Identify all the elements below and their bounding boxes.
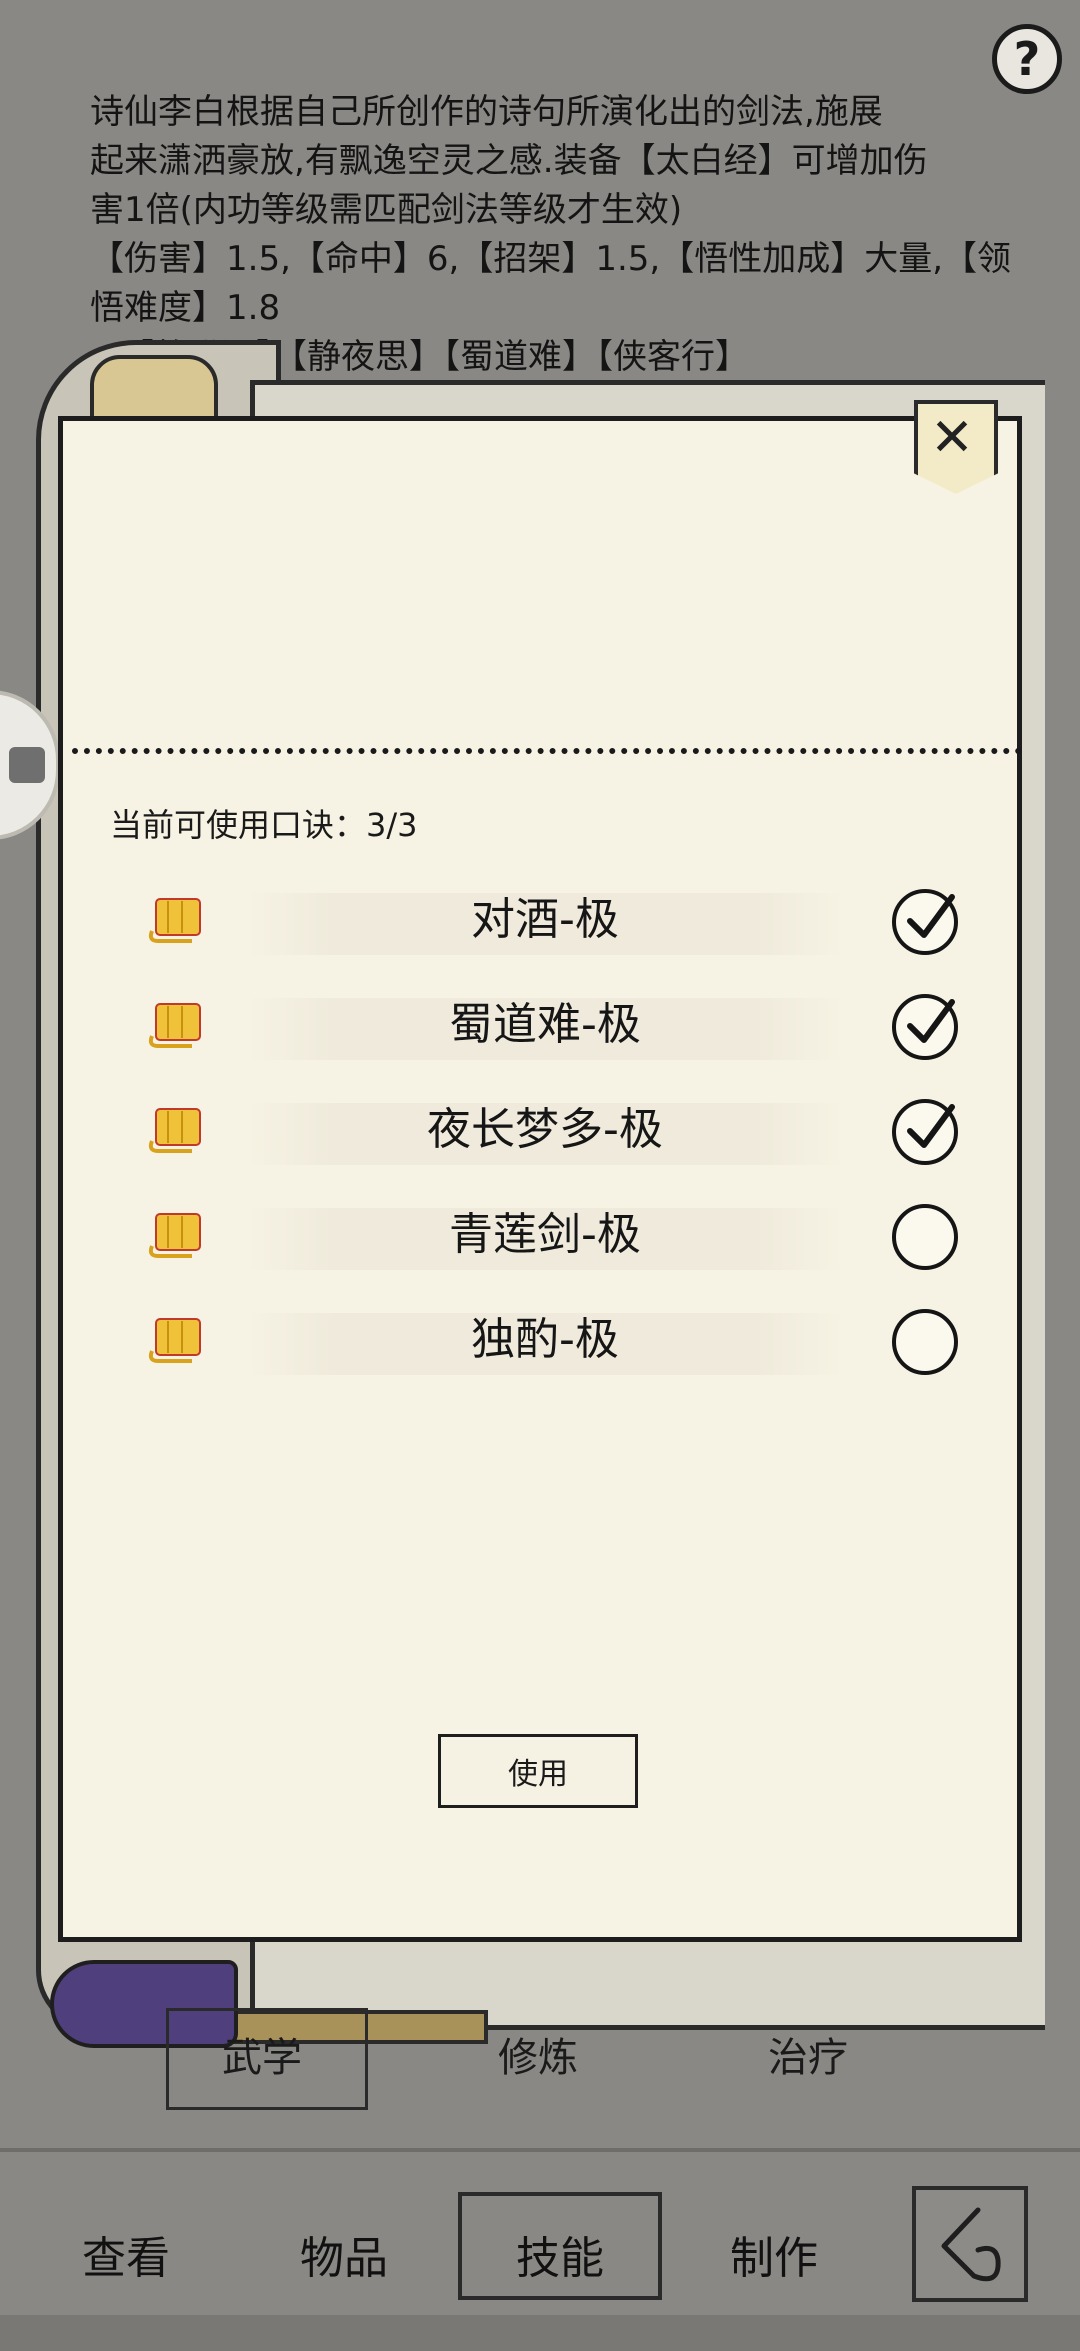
scroll-icon <box>148 1003 201 1048</box>
subtab-martial[interactable]: 武学 <box>222 2025 302 2083</box>
recipe-label: 青莲剑-极 <box>449 1209 641 1260</box>
nav-view[interactable]: 查看 <box>82 2222 170 2286</box>
recipe-row[interactable]: 独酌-极 <box>130 1305 980 1383</box>
description-line: 害1倍(内功等级需匹配剑法等级才生效) <box>90 190 683 230</box>
back-arrow-icon <box>941 2207 1001 2282</box>
close-button[interactable]: ✕ <box>914 405 990 471</box>
recipe-checkbox[interactable] <box>892 1204 958 1270</box>
recipe-checkbox[interactable] <box>892 1309 958 1375</box>
scroll-icon <box>148 1318 201 1363</box>
description-line: 悟难度】1.8 <box>90 288 281 328</box>
help-button[interactable]: ? <box>992 24 1062 94</box>
skill-description: 诗仙李白根据自己所创作的诗句所演化出的剑法,施展 起来潇洒豪放,有飘逸空灵之感.… <box>90 88 1020 382</box>
recipe-checkbox[interactable] <box>892 1099 958 1165</box>
recipe-row[interactable]: 对酒-极 <box>130 885 980 963</box>
use-button[interactable]: 使用 <box>438 1734 638 1808</box>
subtab-heal[interactable]: 治疗 <box>768 2025 848 2083</box>
question-icon: ? <box>1013 32 1041 86</box>
checkmark-icon <box>907 999 955 1043</box>
dotted-divider <box>72 748 1022 754</box>
nav-skills[interactable]: 技能 <box>516 2222 604 2286</box>
scroll-icon <box>148 1213 201 1258</box>
close-icon: ✕ <box>930 408 974 468</box>
recipe-row[interactable]: 夜长梦多-极 <box>130 1095 980 1173</box>
recipe-label: 对酒-极 <box>471 894 619 945</box>
subtab-cultivate[interactable]: 修炼 <box>498 2025 578 2083</box>
drawer-icon <box>9 747 45 783</box>
recipe-checkbox[interactable] <box>892 994 958 1060</box>
recipe-selection-panel <box>58 416 1022 1942</box>
recipe-label: 夜长梦多-极 <box>427 1104 663 1155</box>
nav-items[interactable]: 物品 <box>300 2222 388 2286</box>
recipe-label: 蜀道难-极 <box>449 999 641 1050</box>
recipe-row[interactable]: 青莲剑-极 <box>130 1200 980 1278</box>
system-bar <box>0 2315 1080 2351</box>
recipe-row[interactable]: 蜀道难-极 <box>130 990 980 1068</box>
description-line: 诗仙李白根据自己所创作的诗句所演化出的剑法,施展 <box>90 92 883 132</box>
scroll-icon <box>148 898 201 943</box>
nav-craft[interactable]: 制作 <box>730 2222 818 2286</box>
scroll-icon <box>148 1108 201 1153</box>
recipe-label: 独酌-极 <box>471 1314 619 1365</box>
description-line: 起来潇洒豪放,有飘逸空灵之感.装备【太白经】可增加伤 <box>90 141 928 181</box>
available-count: 当前可使用口诀：3/3 <box>110 806 418 844</box>
nav-divider <box>0 2148 1080 2152</box>
back-button[interactable] <box>912 2186 1028 2302</box>
recipe-checkbox[interactable] <box>892 889 958 955</box>
checkmark-icon <box>907 894 955 938</box>
checkmark-icon <box>907 1104 955 1148</box>
description-line: 【伤害】1.5,【命中】6,【招架】1.5,【悟性加成】大量,【领 <box>90 239 1012 279</box>
